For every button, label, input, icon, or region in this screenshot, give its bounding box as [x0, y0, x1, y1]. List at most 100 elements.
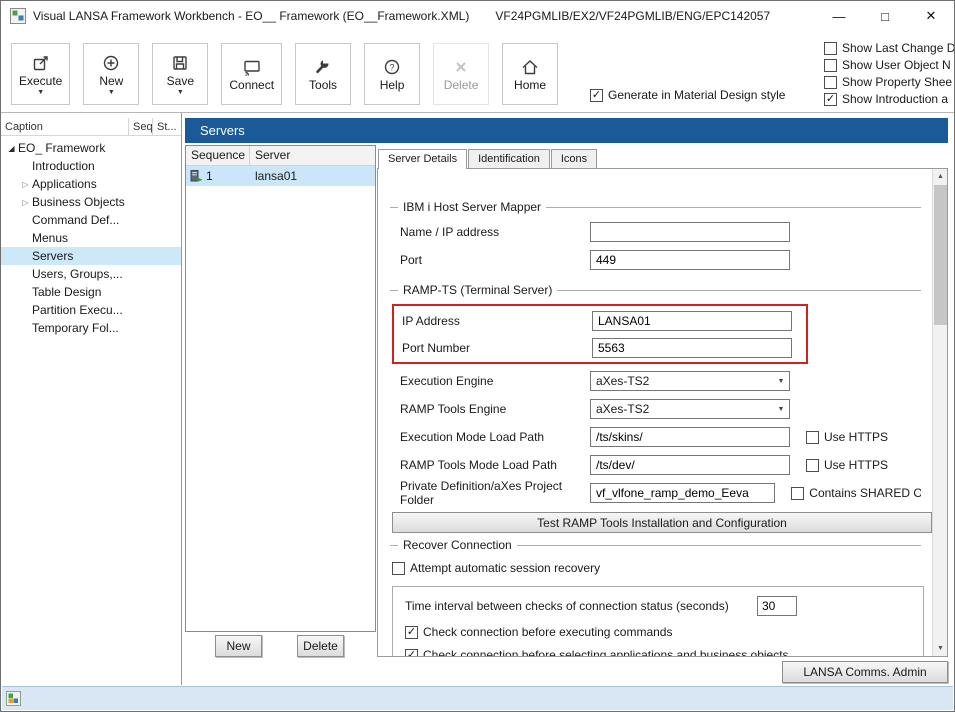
column-sequence[interactable]: Sequence	[186, 146, 250, 165]
tree-item-menus[interactable]: Menus	[1, 229, 181, 247]
chevron-down-icon: ▼	[773, 406, 789, 413]
tree-item-servers[interactable]: Servers	[1, 247, 181, 265]
host-port-input[interactable]	[590, 250, 790, 270]
ip-address-input[interactable]	[592, 311, 792, 331]
new-icon	[101, 53, 121, 73]
check-before-selecting-checkbox[interactable]: ✓ Check connection before selecting appl…	[405, 648, 789, 657]
tree-item-label: Command Def...	[32, 213, 119, 227]
save-button[interactable]: Save ▼	[152, 43, 208, 105]
window-title-path: VF24PGMLIB/EX2/VF24PGMLIB/ENG/EPC142057	[495, 9, 770, 23]
lansa-comms-admin-button[interactable]: LANSA Comms. Admin	[782, 661, 948, 683]
tree-item-label: Users, Groups,...	[32, 267, 123, 281]
server-details-form: IBM i Host Server Mapper Name / IP addre…	[378, 169, 931, 656]
interval-input[interactable]	[757, 596, 797, 616]
tree-item-introduction[interactable]: Introduction	[1, 157, 181, 175]
ramp-tools-path-input[interactable]	[590, 455, 790, 475]
server-list-headers: Sequence Server	[186, 146, 375, 166]
framework-tree: ◢ EO_ Framework Introduction ▷ Applicati…	[1, 139, 181, 337]
ramp-tools-engine-select[interactable]: aXes-TS2 ▼	[590, 399, 790, 419]
delete-server-button[interactable]: Delete	[297, 635, 344, 657]
checkbox-box	[824, 42, 837, 55]
name-ip-input[interactable]	[590, 222, 790, 242]
project-folder-input[interactable]	[590, 483, 775, 503]
details-scrollbar[interactable]: ▲ ▼	[932, 169, 947, 656]
execute-button[interactable]: Execute ▼	[11, 43, 70, 105]
show-last-change-checkbox[interactable]: Show Last Change D	[824, 41, 955, 55]
recover-connection-group: Recover Connection Attempt automatic ses…	[390, 545, 921, 657]
show-user-object-checkbox[interactable]: Show User Object N	[824, 58, 955, 72]
scroll-up-icon[interactable]: ▲	[933, 169, 948, 184]
delete-label: Delete	[444, 79, 479, 92]
scroll-down-icon[interactable]: ▼	[933, 641, 948, 656]
tab-server-details[interactable]: Server Details	[378, 149, 467, 169]
maximize-button[interactable]: □	[862, 1, 908, 31]
column-st[interactable]: St...	[153, 118, 181, 135]
host-port-label: Port	[400, 253, 590, 267]
checkbox-check-icon: ✓	[824, 93, 837, 106]
check-before-commands-checkbox[interactable]: ✓ Check connection before executing comm…	[405, 625, 672, 639]
tree-item-temporary-folder[interactable]: Temporary Fol...	[1, 319, 181, 337]
column-seq[interactable]: Seq	[129, 118, 153, 135]
expander-expanded-icon[interactable]: ◢	[5, 144, 18, 153]
connect-button[interactable]: Connect	[221, 43, 282, 105]
expander-collapsed-icon[interactable]: ▷	[19, 180, 32, 189]
attempt-recovery-checkbox[interactable]: Attempt automatic session recovery	[392, 561, 600, 575]
port-number-input[interactable]	[592, 338, 792, 358]
server-list: Sequence Server 1 lansa01	[185, 145, 376, 632]
tree-item-command-definitions[interactable]: Command Def...	[1, 211, 181, 229]
ibm-host-mapper-title: IBM i Host Server Mapper	[398, 200, 546, 214]
tools-button[interactable]: Tools	[295, 43, 351, 105]
tree-item-label: Temporary Fol...	[32, 321, 119, 335]
expander-collapsed-icon[interactable]: ▷	[19, 198, 32, 207]
new-button[interactable]: New ▼	[83, 43, 139, 105]
contains-shared-checkbox[interactable]: Contains SHARED Obj	[791, 486, 921, 500]
show-property-sheet-checkbox[interactable]: Show Property Shee	[824, 75, 955, 89]
tools-label: Tools	[309, 79, 337, 92]
checkbox-check-icon: ✓	[405, 649, 418, 658]
execution-https-label: Use HTTPS	[824, 430, 888, 444]
column-caption[interactable]: Caption	[1, 118, 129, 135]
chevron-down-icon: ▼	[108, 89, 115, 97]
show-last-change-label: Show Last Change D	[842, 41, 955, 55]
toolbar-buttons: Execute ▼ New ▼ Save ▼	[11, 43, 558, 105]
title-bar: Visual LANSA Framework Workbench - EO__ …	[1, 1, 954, 31]
execution-https-checkbox[interactable]: Use HTTPS	[806, 430, 888, 444]
tree-item-users-groups[interactable]: Users, Groups,...	[1, 265, 181, 283]
execution-engine-select[interactable]: aXes-TS2 ▼	[590, 371, 790, 391]
tree-item-table-design[interactable]: Table Design	[1, 283, 181, 301]
app-window: Visual LANSA Framework Workbench - EO__ …	[0, 0, 955, 712]
minimize-button[interactable]: —	[816, 1, 862, 31]
checkbox-box	[824, 76, 837, 89]
details-tabs: Server Details Identification Icons	[377, 149, 948, 168]
close-button[interactable]: ✕	[908, 1, 954, 31]
status-icon	[6, 691, 21, 706]
tab-identification[interactable]: Identification	[468, 149, 550, 168]
checkbox-check-icon: ✓	[405, 626, 418, 639]
new-server-button[interactable]: New	[215, 635, 262, 657]
home-button[interactable]: Home	[502, 43, 558, 105]
show-introduction-label: Show Introduction a	[842, 92, 948, 106]
ramp-https-checkbox[interactable]: Use HTTPS	[806, 458, 888, 472]
execution-mode-path-input[interactable]	[590, 427, 790, 447]
generate-material-checkbox[interactable]: ✓ Generate in Material Design style	[590, 88, 785, 102]
tree-item-eo-framework[interactable]: ◢ EO_ Framework	[1, 139, 181, 157]
tree-item-applications[interactable]: ▷ Applications	[1, 175, 181, 193]
tree-item-label: EO_ Framework	[18, 141, 105, 155]
toolbar-option-checkboxes: Show Last Change D Show User Object N Sh…	[824, 41, 955, 106]
server-list-row[interactable]: 1 lansa01	[186, 166, 375, 186]
help-button[interactable]: ? Help	[364, 43, 420, 105]
delete-icon	[451, 57, 471, 77]
test-ramp-tools-button[interactable]: Test RAMP Tools Installation and Configu…	[392, 512, 932, 533]
show-introduction-checkbox[interactable]: ✓ Show Introduction a	[824, 92, 955, 106]
tab-icons[interactable]: Icons	[551, 149, 597, 168]
home-label: Home	[514, 79, 546, 92]
toolbar: Execute ▼ New ▼ Save ▼	[1, 31, 954, 113]
scrollbar-thumb[interactable]	[934, 185, 947, 325]
delete-button[interactable]: Delete	[433, 43, 489, 105]
help-icon: ?	[382, 57, 402, 77]
tree-item-partition-execution[interactable]: Partition Execu...	[1, 301, 181, 319]
tree-item-label: Applications	[32, 177, 97, 191]
server-icon	[189, 169, 203, 183]
column-server[interactable]: Server	[250, 146, 375, 165]
tree-item-business-objects[interactable]: ▷ Business Objects	[1, 193, 181, 211]
